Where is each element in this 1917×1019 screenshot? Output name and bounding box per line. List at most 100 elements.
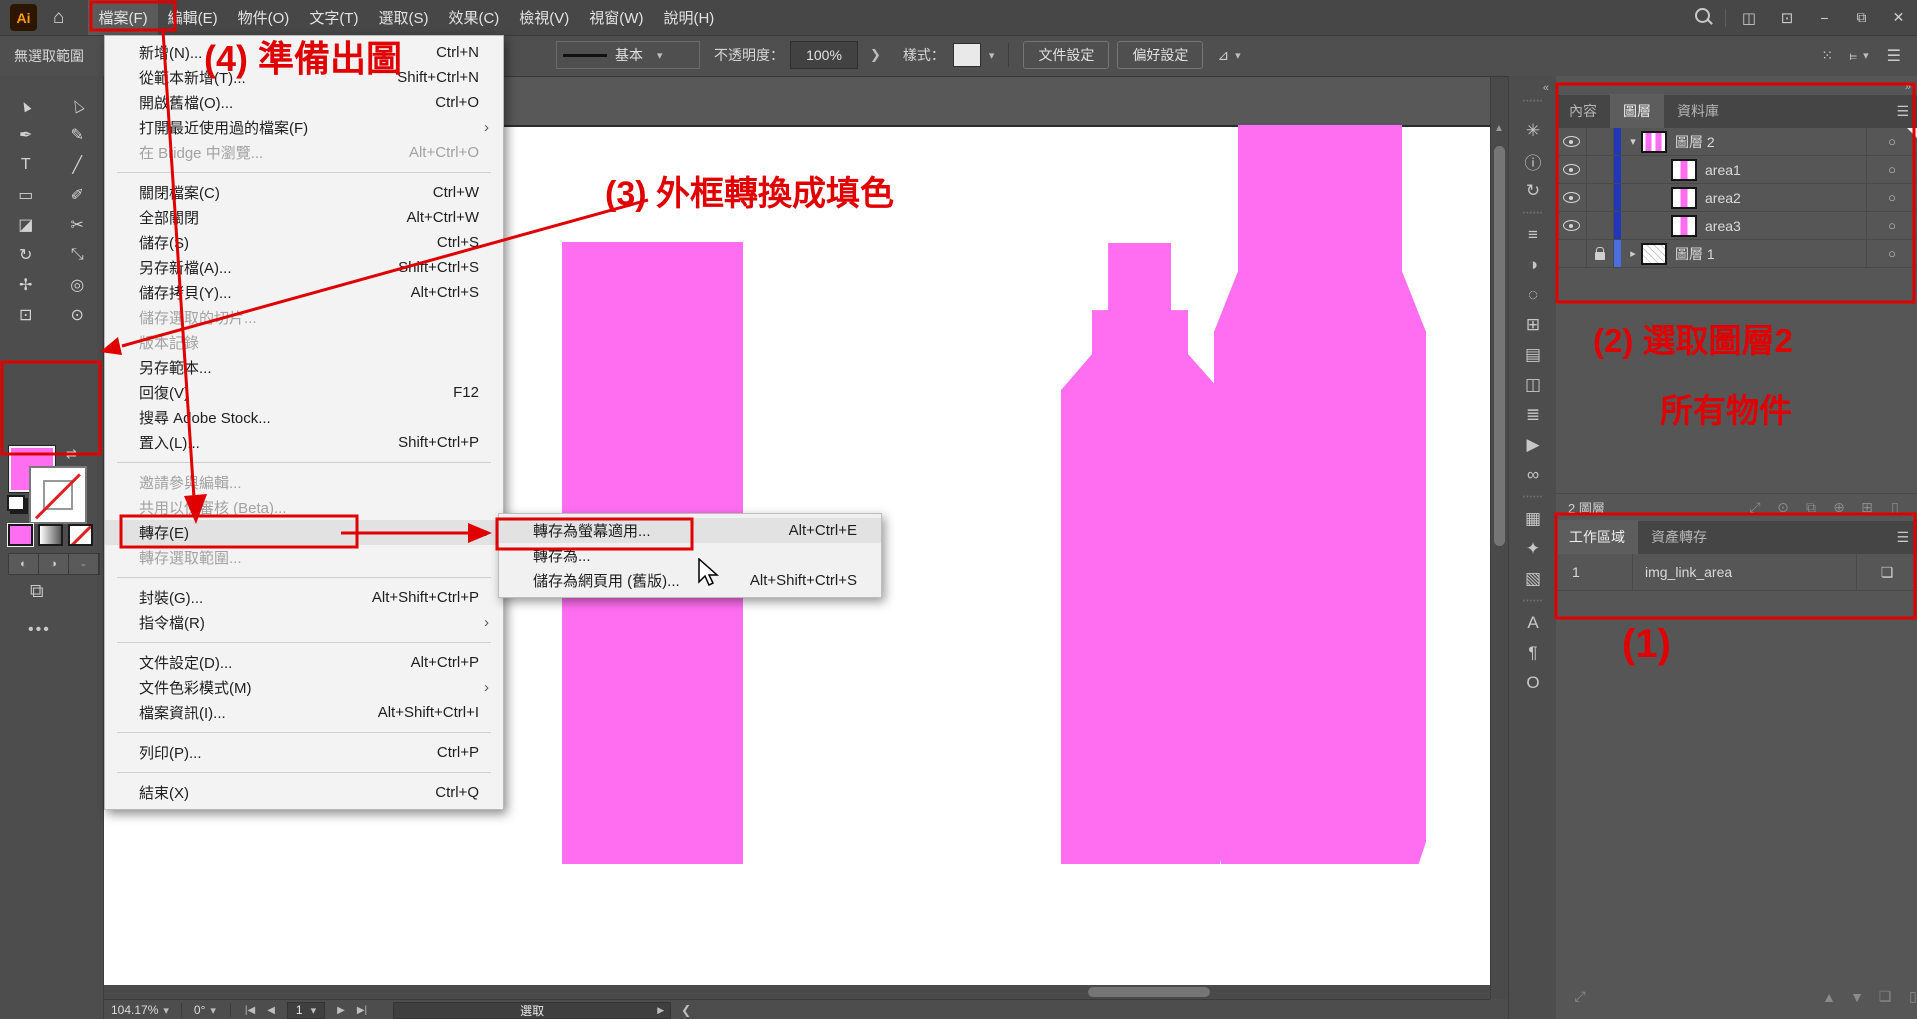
- style-dropdown-icon[interactable]: ▾: [989, 49, 995, 62]
- scissors-tool-icon[interactable]: ✂: [52, 212, 104, 238]
- delete-selection-icon[interactable]: ▯: [1881, 499, 1909, 516]
- magenta-bottle-small[interactable]: [1061, 243, 1220, 864]
- layer-lock-toggle[interactable]: [1587, 240, 1614, 267]
- make-clip-mask-icon[interactable]: ⧉: [1797, 499, 1825, 516]
- file-menu-item[interactable]: 檔案資訊(I)... Alt+Shift+Ctrl+I: [105, 700, 503, 725]
- eraser-tool-icon[interactable]: ◪: [0, 212, 52, 238]
- minimize-button[interactable]: −: [1806, 0, 1843, 35]
- file-menu-item[interactable]: 版本記錄: [105, 330, 503, 355]
- line-segment-tool-icon[interactable]: ╱: [52, 152, 104, 178]
- opacity-stepper-icon[interactable]: ❯: [870, 47, 881, 63]
- tab-asset-export[interactable]: 資產轉存: [1638, 520, 1720, 554]
- default-fill-stroke-icon[interactable]: [7, 495, 25, 511]
- file-menu-item[interactable]: 指令檔(R) ›: [105, 610, 503, 635]
- file-menu-item[interactable]: 儲存為網頁用 (舊版)... Alt+Shift+Ctrl+S: [499, 568, 881, 593]
- draw-behind-button[interactable]: ◑: [39, 554, 69, 574]
- expand-icon[interactable]: ⤢: [1566, 988, 1594, 1005]
- collect-for-export-icon[interactable]: ⤢: [1741, 499, 1769, 516]
- file-menu-item[interactable]: 封裝(G)... Alt+Shift+Ctrl+P: [105, 585, 503, 610]
- artboard-name[interactable]: img_link_area: [1633, 564, 1856, 580]
- layer-lock-toggle[interactable]: [1587, 156, 1614, 183]
- file-menu-item[interactable]: 轉存為螢幕適用... Alt+Ctrl+E: [499, 518, 881, 543]
- new-sublayer-icon[interactable]: ⊕: [1825, 499, 1853, 516]
- artboard-panel-menu-icon[interactable]: ☰: [1896, 529, 1909, 546]
- zoom-level[interactable]: 104.17%: [111, 1003, 158, 1017]
- file-menu-item[interactable]: 文件色彩模式(M) ›: [105, 675, 503, 700]
- menubar-item[interactable]: 視窗(W): [579, 0, 653, 35]
- rotation-value[interactable]: 0°: [194, 1003, 205, 1017]
- scroll-up-icon[interactable]: ▲: [1494, 123, 1504, 134]
- opacity-field[interactable]: 100%: [790, 41, 858, 69]
- graphic-styles-icon[interactable]: ≣: [1509, 400, 1557, 430]
- file-menu-item[interactable]: 從範本新增(T)... Shift+Ctrl+N: [105, 65, 503, 90]
- swap-fill-stroke-icon[interactable]: ⇄: [66, 446, 77, 462]
- preferences-button[interactable]: 偏好設定: [1117, 41, 1203, 69]
- brushes-icon[interactable]: ▤: [1509, 340, 1557, 370]
- color-mode-button[interactable]: [8, 524, 33, 546]
- type-tool-icon[interactable]: T: [0, 152, 52, 178]
- workspace-switcher-icon[interactable]: ⊡: [1768, 9, 1806, 27]
- layer-target-icon[interactable]: ○: [1866, 184, 1917, 211]
- snap-dropdown-icon[interactable]: ▾: [1235, 49, 1241, 62]
- layer-visibility-toggle[interactable]: [1556, 184, 1587, 211]
- close-button[interactable]: ✕: [1880, 0, 1917, 35]
- gradient-mode-button[interactable]: [38, 524, 63, 546]
- file-menu-item[interactable]: 搜尋 Adobe Stock...: [105, 405, 503, 430]
- menubar-item[interactable]: 文字(T): [299, 0, 368, 35]
- layer-thumbnail[interactable]: [1641, 243, 1667, 265]
- status-collapse-icon[interactable]: ❮: [681, 1003, 691, 1017]
- info-icon[interactable]: ⓘ: [1509, 146, 1557, 176]
- layer-visibility-toggle[interactable]: [1556, 212, 1587, 239]
- artboard-number-field[interactable]: 1▾: [287, 1002, 325, 1019]
- search-icon[interactable]: [1683, 8, 1721, 27]
- opentype-icon[interactable]: O: [1509, 668, 1557, 698]
- file-menu-item[interactable]: 儲存選取的切片...: [105, 305, 503, 330]
- slice-tool-icon[interactable]: ⊡: [0, 302, 52, 328]
- file-menu-item[interactable]: 邀請參與編輯...: [105, 470, 503, 495]
- change-screen-mode-icon[interactable]: ⧉: [30, 581, 44, 603]
- color-guide-icon[interactable]: ◌: [1509, 280, 1557, 310]
- align-grid-icon[interactable]: ⁙: [1821, 47, 1833, 64]
- layer-name[interactable]: area2: [1705, 190, 1741, 206]
- align-objects-icon[interactable]: ⫢: [1849, 47, 1857, 64]
- home-icon[interactable]: ⌂: [53, 7, 64, 29]
- layer-row[interactable]: ▸ 圖層 1 ○: [1556, 240, 1917, 268]
- paragraph-icon[interactable]: ¶: [1509, 638, 1557, 668]
- menubar-item[interactable]: 效果(C): [438, 0, 509, 35]
- actions-icon[interactable]: ▶: [1509, 430, 1557, 460]
- file-menu-item[interactable]: 關閉檔案(C) Ctrl+W: [105, 180, 503, 205]
- rotate-tool-icon[interactable]: ↻: [0, 242, 52, 268]
- snap-options-icon[interactable]: ⊿: [1217, 47, 1229, 64]
- file-menu-item[interactable]: 儲存拷貝(Y)... Alt+Ctrl+S: [105, 280, 503, 305]
- layer-name[interactable]: area3: [1705, 218, 1741, 234]
- layers-panel-menu-icon[interactable]: ☰: [1896, 103, 1909, 120]
- layer-thumbnail[interactable]: [1671, 215, 1697, 237]
- layer-lock-toggle[interactable]: [1587, 184, 1614, 211]
- width-tool-icon[interactable]: ✢: [0, 272, 52, 298]
- horizontal-scrollbar[interactable]: [103, 985, 1490, 999]
- links-icon[interactable]: ∞: [1509, 460, 1557, 490]
- file-menu-item[interactable]: 全部關閉 Alt+Ctrl+W: [105, 205, 503, 230]
- zoom-dropdown-icon[interactable]: ▾: [163, 1004, 169, 1017]
- menubar-item[interactable]: 編輯(E): [158, 0, 228, 35]
- artboard-row[interactable]: 1 img_link_area ❏: [1556, 554, 1917, 591]
- last-artboard-button[interactable]: ▶|: [357, 1005, 367, 1016]
- delete-artboard-icon[interactable]: ▯: [1899, 988, 1917, 1005]
- layer-lock-toggle[interactable]: [1587, 128, 1614, 155]
- document-setup-button[interactable]: 文件設定: [1023, 41, 1109, 69]
- rotation-dropdown-icon[interactable]: ▾: [210, 1004, 216, 1017]
- vertical-scrollbar[interactable]: ▲: [1490, 76, 1508, 999]
- layer-name[interactable]: 圖層 1: [1675, 244, 1715, 264]
- file-menu-item[interactable]: 轉存(E) ›: [105, 520, 503, 545]
- menubar-item[interactable]: 檔案(F): [88, 0, 157, 35]
- first-artboard-button[interactable]: |◀: [245, 1005, 255, 1016]
- file-menu-item[interactable]: 打開最近使用過的檔案(F) ›: [105, 115, 503, 140]
- character-icon[interactable]: A: [1509, 608, 1557, 638]
- direct-selection-tool-icon[interactable]: △: [52, 92, 104, 118]
- layer-expand-icon[interactable]: ▸: [1625, 247, 1641, 260]
- zoom-tool-icon[interactable]: ⊙: [52, 302, 104, 328]
- menubar-item[interactable]: 說明(H): [653, 0, 724, 35]
- prev-artboard-button[interactable]: ◀: [267, 1005, 275, 1016]
- recolor-artwork-icon[interactable]: ↻: [1509, 176, 1557, 206]
- file-menu-item[interactable]: 開啟舊檔(O)... Ctrl+O: [105, 90, 503, 115]
